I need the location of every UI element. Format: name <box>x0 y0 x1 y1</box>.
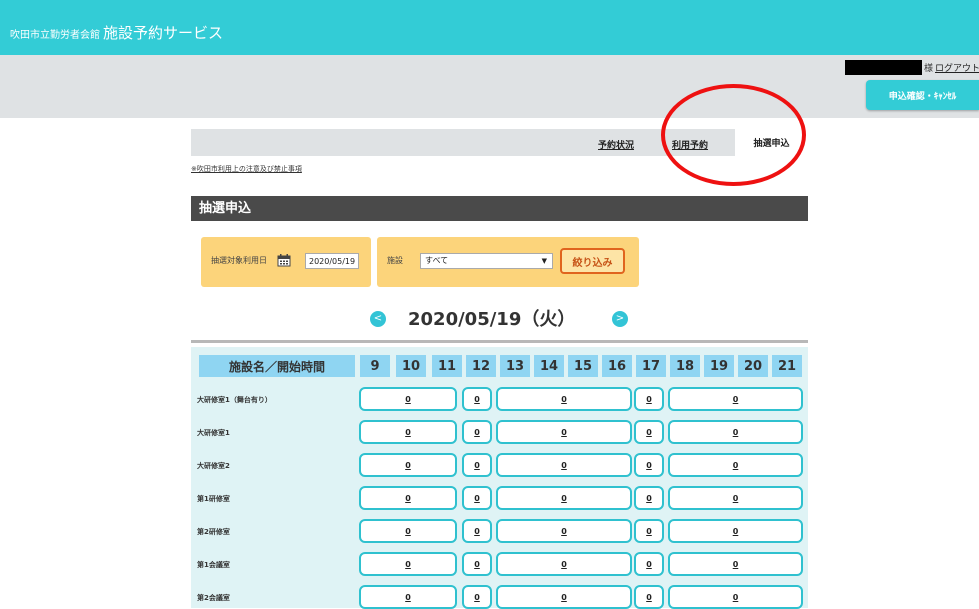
availability-slot[interactable]: 0 <box>634 486 664 510</box>
facility-row-name: 大研修室1 <box>197 429 230 437</box>
hour-header: 15 <box>568 355 598 377</box>
availability-slot[interactable]: 0 <box>496 420 632 444</box>
availability-slot[interactable]: 0 <box>462 585 492 609</box>
availability-slot[interactable]: 0 <box>359 420 457 444</box>
facility-row-name: 第1会議室 <box>197 561 230 569</box>
logout-link[interactable]: ログアウト <box>935 61 979 74</box>
hour-header: 18 <box>670 355 700 377</box>
section-title: 抽選申込 <box>199 201 252 216</box>
hour-header: 12 <box>466 355 496 377</box>
availability-slot[interactable]: 0 <box>359 552 457 576</box>
availability-slot[interactable]: 0 <box>359 585 457 609</box>
section-header: 抽選申込 <box>191 196 808 221</box>
availability-slot[interactable]: 0 <box>496 519 632 543</box>
hour-header: 17 <box>636 355 666 377</box>
hour-header: 14 <box>534 355 564 377</box>
availability-slot[interactable]: 0 <box>634 585 664 609</box>
availability-slot[interactable]: 0 <box>668 486 803 510</box>
dropdown-arrow-icon: ▼ <box>541 257 547 265</box>
redacted-username <box>845 60 922 75</box>
availability-slot[interactable]: 0 <box>634 387 664 411</box>
prev-day-icon[interactable]: < <box>370 311 386 327</box>
facility-select-value: すべて <box>425 256 449 265</box>
service-title: 施設予約サービス <box>103 24 224 42</box>
availability-slot[interactable]: 0 <box>634 420 664 444</box>
facility-row-name: 第1研修室 <box>197 495 230 503</box>
availability-slot[interactable]: 0 <box>668 387 803 411</box>
availability-slot[interactable]: 0 <box>359 453 457 477</box>
hour-header: 16 <box>602 355 632 377</box>
availability-slot[interactable]: 0 <box>496 387 632 411</box>
brand[interactable]: 吹田市立勤労者会館 施設予約サービス <box>10 22 223 43</box>
availability-slot[interactable]: 0 <box>668 420 803 444</box>
availability-slot[interactable]: 0 <box>668 552 803 576</box>
top-header: 吹田市立勤労者会館 施設予約サービス <box>0 0 979 55</box>
tab-usage-reservation[interactable]: 利用予約 <box>672 138 708 151</box>
availability-slot[interactable]: 0 <box>462 486 492 510</box>
hour-header: 21 <box>772 355 802 377</box>
divider <box>191 340 808 343</box>
availability-slot[interactable]: 0 <box>634 519 664 543</box>
facility-row-name: 大研修室2 <box>197 462 230 470</box>
facility-select[interactable]: すべて ▼ <box>420 253 553 269</box>
filter-button[interactable]: 絞り込み <box>560 248 625 274</box>
availability-slot[interactable]: 0 <box>668 453 803 477</box>
user-suffix: 様 <box>924 64 934 74</box>
calendar-icon[interactable] <box>277 253 291 267</box>
current-date-title: 2020/05/19（火） <box>408 309 576 330</box>
application-confirm-button[interactable]: 申込確認・ｷｬﾝｾﾙ <box>866 80 979 110</box>
notice-link[interactable]: ※吹田市利用上の注意及び禁止事項 <box>191 164 302 174</box>
availability-slot[interactable]: 0 <box>462 420 492 444</box>
date-filter-label: 抽選対象利用日 <box>211 256 267 265</box>
facility-filter-box: 施設 すべて ▼ 絞り込み <box>377 237 639 287</box>
availability-slot[interactable]: 0 <box>462 519 492 543</box>
org-name: 吹田市立勤労者会館 <box>10 30 100 41</box>
hour-header: 19 <box>704 355 734 377</box>
hour-header: 9 <box>360 355 390 377</box>
facility-row-name: 第2研修室 <box>197 528 230 536</box>
availability-slot[interactable]: 0 <box>462 552 492 576</box>
date-navigation: < 2020/05/19（火） > <box>370 305 630 333</box>
availability-grid: 施設名／開始時間 9 10 11 12 13 14 15 16 17 18 19 20 21 大研修室1（… <box>191 347 808 609</box>
tab-reservation-status[interactable]: 予約状況 <box>598 138 634 151</box>
availability-slot[interactable]: 0 <box>462 387 492 411</box>
hour-header: 11 <box>432 355 462 377</box>
hour-header: 10 <box>396 355 426 377</box>
availability-slot[interactable]: 0 <box>634 552 664 576</box>
date-input[interactable]: 2020/05/19 <box>305 253 359 269</box>
availability-slot[interactable]: 0 <box>359 519 457 543</box>
tab-lottery-application[interactable]: 抽選申込 <box>735 129 808 156</box>
facility-filter-label: 施設 <box>387 256 403 265</box>
hour-header: 13 <box>500 355 530 377</box>
availability-slot[interactable]: 0 <box>634 453 664 477</box>
availability-slot[interactable]: 0 <box>496 552 632 576</box>
availability-slot[interactable]: 0 <box>496 453 632 477</box>
availability-slot[interactable]: 0 <box>668 519 803 543</box>
next-day-icon[interactable]: > <box>612 311 628 327</box>
availability-slot[interactable]: 0 <box>462 453 492 477</box>
user-bar: 様 ログアウト 申込確認・ｷｬﾝｾﾙ <box>0 55 979 118</box>
facility-row-name: 大研修室1（舞台有り） <box>197 396 272 404</box>
availability-slot[interactable]: 0 <box>359 387 457 411</box>
availability-slot[interactable]: 0 <box>359 486 457 510</box>
availability-slot[interactable]: 0 <box>668 585 803 609</box>
facility-name-header: 施設名／開始時間 <box>199 355 355 377</box>
date-filter-box: 抽選対象利用日 2020/05/19 <box>201 237 371 287</box>
hour-header: 20 <box>738 355 768 377</box>
availability-slot[interactable]: 0 <box>496 486 632 510</box>
availability-slot[interactable]: 0 <box>496 585 632 609</box>
facility-row-name: 第2会議室 <box>197 594 230 602</box>
nav-tabs: 予約状況 利用予約 <box>191 129 808 156</box>
